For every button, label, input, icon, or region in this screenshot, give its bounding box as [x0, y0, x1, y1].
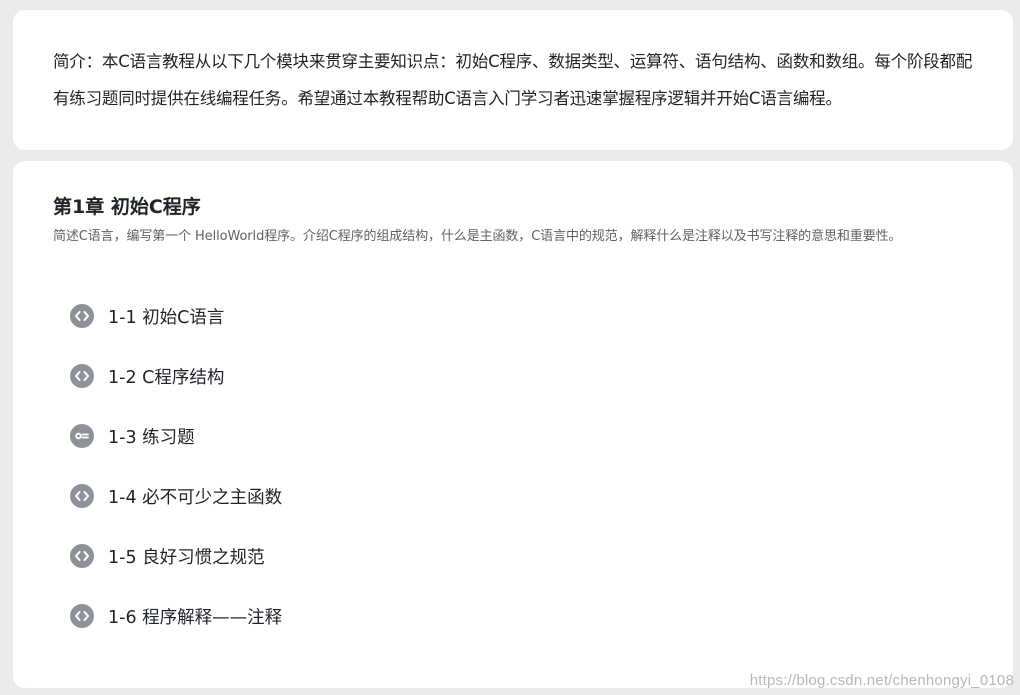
lesson-label[interactable]: 1-2 C程序结构 [108, 365, 224, 391]
lesson-item-1-4[interactable]: 1-4 必不可少之主函数 [70, 484, 282, 544]
intro-card: 简介：本C语言教程从以下几个模块来贯穿主要知识点：初始C程序、数据类型、运算符、… [13, 10, 1013, 150]
lesson-item-1-6[interactable]: 1-6 程序解释——注释 [70, 604, 282, 664]
lesson-label[interactable]: 1-3 练习题 [108, 425, 195, 451]
code-icon [70, 484, 94, 508]
exercise-icon [70, 424, 94, 448]
lesson-item-1-3[interactable]: 1-3 练习题 [70, 424, 282, 484]
chapter-title: 第1章 初始C程序 [53, 196, 201, 218]
watermark: https://blog.csdn.net/chenhongyi_0108 [749, 672, 1014, 689]
intro-text: 简介：本C语言教程从以下几个模块来贯穿主要知识点：初始C程序、数据类型、运算符、… [53, 52, 973, 108]
lesson-label[interactable]: 1-6 程序解释——注释 [108, 605, 282, 631]
lesson-item-1-5[interactable]: 1-5 良好习惯之规范 [70, 544, 282, 604]
lesson-item-1-2[interactable]: 1-2 C程序结构 [70, 364, 282, 424]
code-icon [70, 364, 94, 388]
chapter-description: 简述C语言，编写第一个 HelloWorld程序。介绍C程序的组成结构，什么是主… [53, 229, 902, 244]
lesson-label[interactable]: 1-5 良好习惯之规范 [108, 545, 265, 571]
lesson-label[interactable]: 1-4 必不可少之主函数 [108, 485, 282, 511]
chapter-card: 第1章 初始C程序 简述C语言，编写第一个 HelloWorld程序。介绍C程序… [13, 161, 1013, 688]
code-icon [70, 604, 94, 628]
code-icon [70, 304, 94, 328]
lesson-list: 1-1 初始C语言 1-2 C程序结构 1-3 练习题 1-4 必不可少之主函数… [70, 304, 282, 664]
code-icon [70, 544, 94, 568]
lesson-label[interactable]: 1-1 初始C语言 [108, 305, 224, 331]
lesson-item-1-1[interactable]: 1-1 初始C语言 [70, 304, 282, 364]
